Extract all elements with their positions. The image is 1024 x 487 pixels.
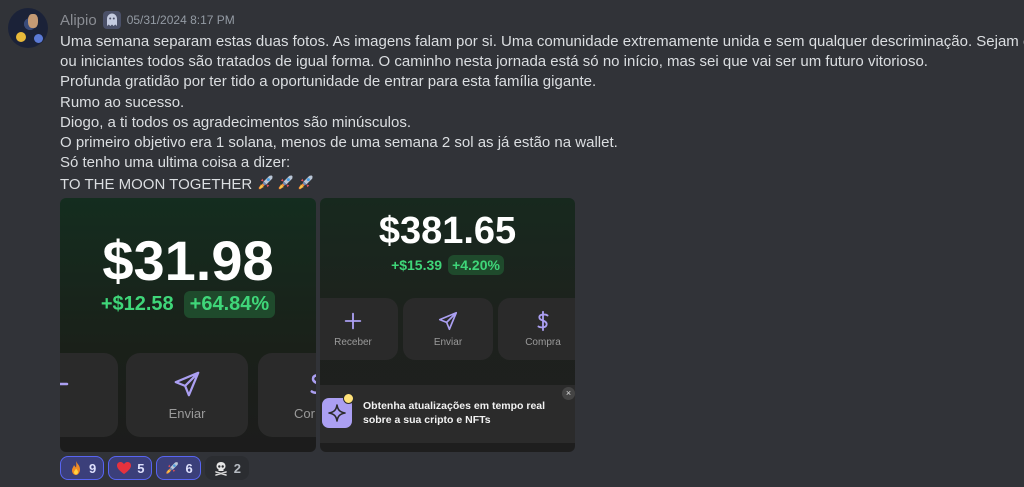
skull-crossbones-icon [214, 462, 227, 476]
notification-banner: Obtenha atualizações em tempo real sobre… [320, 385, 575, 443]
reactions-bar: 9 5 6 2 [60, 456, 249, 480]
send-button: Enviar [403, 298, 493, 360]
message-line-last: TO THE MOON TOGETHER [60, 173, 1010, 195]
ghost-icon[interactable] [102, 11, 121, 29]
buy-button: Compra [498, 298, 575, 360]
balance-change: +$15.39 [391, 257, 443, 273]
plus-icon [342, 310, 364, 332]
dollar-icon [532, 310, 554, 332]
plus-icon [60, 369, 72, 399]
message-line: TO THE MOON TOGETHER [60, 176, 253, 194]
send-icon [437, 310, 459, 332]
receive-button: Receber [320, 298, 398, 360]
message-line: Rumo ao sucesso. [60, 93, 185, 111]
fire-icon [72, 461, 80, 475]
balance-change-percent: +4.20% [448, 255, 504, 275]
send-label: Enviar [168, 406, 206, 421]
rocket-icon [276, 173, 295, 192]
image-attachment-1[interactable]: $31.98 +$12.58 +64.84% ber Enviar Cor [60, 198, 316, 452]
reaction-count: 6 [185, 460, 193, 476]
reaction-count: 2 [233, 460, 241, 476]
rocket-emoji-group [256, 173, 315, 192]
message-header: Alipio 05/31/2024 8:17 PM [60, 10, 235, 30]
avatar-decor [16, 32, 26, 42]
balance-change-row: +$12.58 +64.84% [60, 291, 316, 318]
reaction-skull-crossbones[interactable]: 2 [204, 456, 249, 480]
send-button: Enviar [126, 353, 248, 437]
avatar-decor [28, 14, 38, 28]
reaction-rocket[interactable]: 6 [156, 456, 201, 480]
author-name[interactable]: Alipio [60, 12, 97, 29]
message-line: O primeiro objetivo era 1 solana, menos … [60, 134, 618, 152]
message-line: Só tenho uma ultima coisa a dizer: [60, 154, 291, 172]
dollar-icon [303, 369, 316, 399]
message-timestamp[interactable]: 05/31/2024 8:17 PM [127, 13, 235, 27]
buy-button: Cor [258, 353, 316, 437]
close-icon: × [562, 387, 575, 400]
balance-change: +$12.58 [100, 293, 174, 315]
reaction-heart[interactable]: 5 [108, 456, 153, 480]
send-icon [172, 369, 202, 399]
buy-label: Compra [525, 337, 561, 348]
balance-change-row: +$15.39 +4.20% [320, 255, 575, 275]
avatar-decor [34, 34, 43, 43]
notification-dot [343, 393, 354, 404]
wallet-balance: $31.98 [102, 229, 274, 292]
author-avatar[interactable] [8, 8, 48, 48]
receive-label: Receber [334, 337, 372, 348]
message-line: Diogo, a ti todos os agradecimentos são … [60, 113, 412, 131]
wallet-balance: $381.65 [378, 210, 517, 252]
notification-text: Obtenha atualizações em tempo real sobre… [363, 400, 546, 426]
send-label: Enviar [433, 337, 463, 348]
message-line: Profunda gratidão por ter tido a oportun… [60, 73, 597, 91]
image-attachment-2[interactable]: $381.65 +$15.39 +4.20% Receber Enviar Co… [320, 198, 575, 452]
reaction-count: 5 [137, 460, 145, 476]
heart-icon [117, 462, 132, 474]
balance-change-percent: +64.84% [183, 291, 276, 318]
message-content: Uma semana separam estas duas fotos. As … [60, 32, 1024, 196]
reaction-fire[interactable]: 9 [60, 456, 105, 480]
message-line: Uma semana separam estas duas fotos. As … [60, 33, 1024, 50]
rocket-icon [296, 173, 315, 192]
reaction-count: 9 [89, 460, 97, 476]
message-line: ou iniciantes todos são tratados de igua… [60, 53, 928, 71]
rocket-icon [164, 460, 180, 476]
buy-label: Cor [294, 406, 315, 421]
rocket-icon [256, 173, 275, 192]
receive-button: ber [60, 353, 118, 437]
